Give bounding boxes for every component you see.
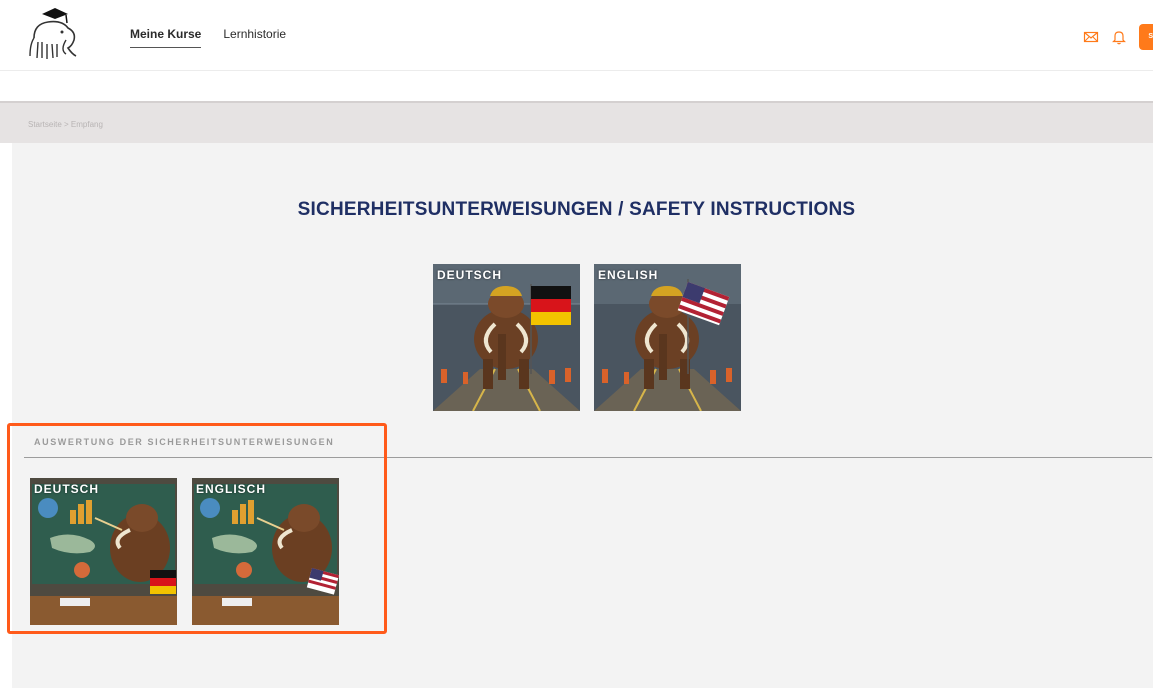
evaluation-tile-englisch[interactable]: ENGLISCH <box>192 478 339 625</box>
breadcrumb[interactable]: Startseite > Empfang <box>28 120 103 129</box>
evaluation-label: DEUTSCH <box>34 482 100 496</box>
course-tile-english[interactable]: ENGLISH <box>594 264 741 411</box>
top-header: Meine Kurse Lernhistorie S <box>0 0 1153 71</box>
main-content <box>12 143 1153 688</box>
header-spacer <box>0 71 1153 101</box>
left-strip <box>0 143 12 688</box>
user-avatar-badge[interactable]: S <box>1139 24 1153 50</box>
bell-icon[interactable] <box>1111 29 1127 45</box>
mammoth-factory-image <box>433 264 580 411</box>
evaluation-section-title: AUSWERTUNG DER SICHERHEITSUNTERWEISUNGEN <box>34 437 335 447</box>
course-tile-deutsch[interactable]: DEUTSCH <box>433 264 580 411</box>
main-nav: Meine Kurse Lernhistorie <box>130 27 286 48</box>
mammoth-logo[interactable] <box>22 6 88 64</box>
course-label: DEUTSCH <box>437 268 503 282</box>
mammoth-classroom-image <box>192 478 339 625</box>
mail-icon[interactable] <box>1083 29 1099 45</box>
evaluation-tile-deutsch[interactable]: DEUTSCH <box>30 478 177 625</box>
mammoth-factory-image <box>594 264 741 411</box>
breadcrumb-bar: Startseite > Empfang <box>0 101 1153 143</box>
section-divider <box>24 457 1152 458</box>
nav-lernhistorie[interactable]: Lernhistorie <box>223 27 286 48</box>
evaluation-label: ENGLISCH <box>196 482 267 496</box>
nav-meine-kurse[interactable]: Meine Kurse <box>130 27 202 48</box>
page-title: SICHERHEITSUNTERWEISUNGEN / SAFETY INSTR… <box>297 199 856 220</box>
mammoth-classroom-image <box>30 478 177 625</box>
course-label: ENGLISH <box>598 268 659 282</box>
header-icons: S <box>1083 24 1153 50</box>
